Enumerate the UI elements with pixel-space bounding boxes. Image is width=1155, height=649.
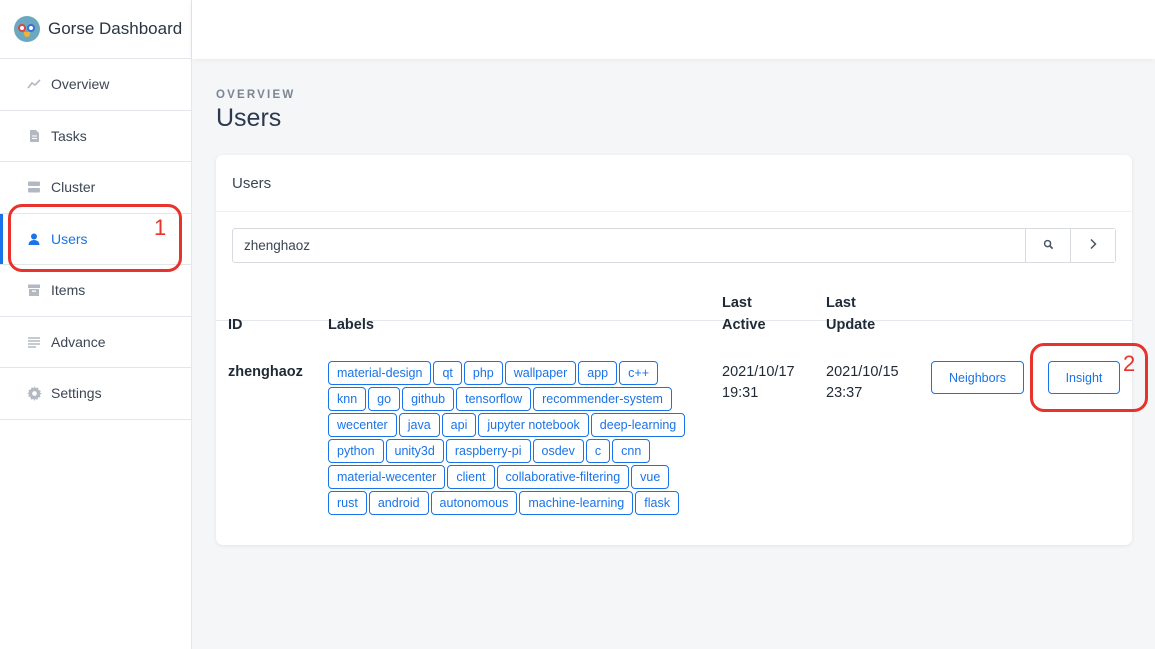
sidebar-item-advance[interactable]: Advance [0, 317, 191, 368]
label-tag[interactable]: raspberry-pi [445, 439, 531, 463]
label-tag[interactable]: jupyter notebook [478, 413, 589, 437]
search-input[interactable] [233, 229, 1025, 262]
label-tag[interactable]: recommender-system [533, 387, 672, 411]
chevron-right-icon [1088, 237, 1098, 255]
label-tag[interactable]: rust [328, 491, 367, 515]
label-tag[interactable]: tensorflow [456, 387, 532, 411]
users-card: Users ID Labels Last Active Last Update … [216, 155, 1132, 545]
label-tag[interactable]: unity3d [385, 439, 444, 463]
label-tag[interactable]: go [368, 387, 401, 411]
page-title: Users [216, 104, 282, 132]
label-tag[interactable]: client [447, 465, 495, 489]
sidebar-item-tasks[interactable]: Tasks [0, 111, 191, 162]
sidebar-item-label: Cluster [51, 179, 96, 196]
label-tag[interactable]: github [402, 387, 455, 411]
page-pretitle: OVERVIEW [216, 89, 296, 101]
label-tag[interactable]: material-design [328, 361, 432, 385]
label-row: knn go github tensorflow recommender-system [328, 387, 698, 413]
brand-title: Gorse Dashboard [48, 19, 183, 38]
neighbors-button[interactable]: Neighbors [931, 361, 1024, 394]
label-tag[interactable]: wallpaper [504, 361, 577, 385]
archive-icon [26, 282, 42, 298]
label-tag[interactable]: deep-learning [590, 413, 686, 437]
label-tag[interactable]: vue [631, 465, 670, 489]
topbar [192, 0, 1155, 59]
label-tag[interactable]: cnn [612, 439, 651, 463]
label-tag[interactable]: app [578, 361, 618, 385]
label-tag[interactable]: material-wecenter [328, 465, 446, 489]
search-bar [232, 228, 1116, 263]
column-header-last-update: Last Update [826, 295, 876, 333]
label-tag[interactable]: java [398, 413, 440, 437]
document-icon [26, 128, 42, 144]
next-button[interactable] [1070, 229, 1115, 262]
sidebar-item-label: Items [51, 282, 86, 299]
user-id: zhenghaoz [228, 364, 303, 380]
sidebar-item-items[interactable]: Items [0, 265, 191, 317]
sidebar-item-label: Settings [51, 385, 102, 402]
label-tag[interactable]: c [585, 439, 611, 463]
brand[interactable]: Gorse Dashboard [0, 0, 191, 59]
label-tag[interactable]: python [328, 439, 384, 463]
column-header-last-active: Last Active [722, 295, 766, 333]
sidebar-item-label: Overview [51, 76, 110, 93]
sidebar: Gorse Dashboard Overview Tasks Cluster U… [0, 0, 192, 649]
label-tag[interactable]: wecenter [328, 413, 397, 437]
last-update-value: 2021/10/15 23:37 [826, 364, 899, 401]
annotation-number-1: 1 [154, 215, 167, 240]
annotation-number-2: 2 [1123, 351, 1136, 376]
label-tag[interactable]: collaborative-filtering [496, 465, 630, 489]
label-row: material-design qt php wallpaper app c++ [328, 361, 698, 387]
label-tag[interactable]: machine-learning [519, 491, 634, 515]
label-tag[interactable]: c++ [619, 361, 658, 385]
list-icon [26, 334, 42, 350]
column-header-labels: Labels [328, 317, 374, 333]
sidebar-item-label: Tasks [51, 127, 87, 144]
label-tag[interactable]: knn [328, 387, 367, 411]
label-tag[interactable]: qt [433, 361, 462, 385]
user-labels: material-design qt php wallpaper app c++ knn go… [328, 361, 698, 517]
sidebar-item-overview[interactable]: Overview [0, 59, 191, 111]
search-icon [1043, 237, 1054, 255]
label-row: python unity3d raspberry-pi osdev c cnn [328, 439, 698, 465]
last-active-value: 2021/10/17 19:31 [722, 364, 795, 401]
column-header-id: ID [228, 317, 243, 333]
sidebar-item-settings[interactable]: Settings [0, 368, 191, 420]
card-title: Users [216, 155, 1132, 212]
label-tag[interactable]: osdev [532, 439, 584, 463]
label-row: rust android autonomous machine-learning fla… [328, 491, 698, 517]
label-row: wecenter java api jupyter notebook deep-lear… [328, 413, 698, 439]
server-icon [26, 179, 42, 195]
label-tag[interactable]: flask [635, 491, 679, 515]
label-tag[interactable]: android [368, 491, 429, 515]
search-button[interactable] [1025, 229, 1070, 262]
label-row: material-wecenter client collaborative-fil… [328, 465, 698, 491]
trend-line-icon [26, 76, 42, 92]
gorse-logo-icon [14, 16, 40, 42]
label-tag[interactable]: php [463, 361, 503, 385]
sidebar-item-label: Advance [51, 333, 106, 350]
label-tag[interactable]: autonomous [430, 491, 518, 515]
label-tag[interactable]: api [441, 413, 477, 437]
gear-icon [26, 385, 42, 401]
